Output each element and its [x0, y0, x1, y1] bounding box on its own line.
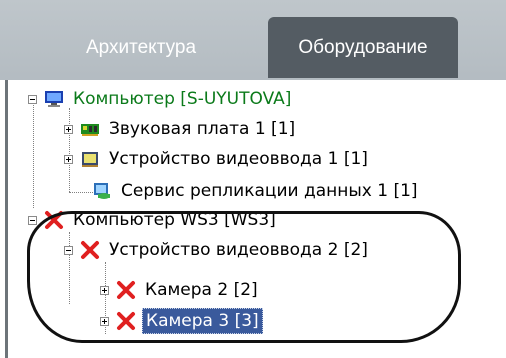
video-input-icon — [82, 152, 98, 167]
tab-architecture[interactable]: Архитектура — [36, 17, 246, 78]
collapse-toggle[interactable] — [64, 246, 73, 255]
tree-node-label: Устройство видеоввода 2 [2] — [109, 240, 368, 260]
red-x-icon — [45, 211, 63, 229]
tree-node-camera-3[interactable]: Камера 3 [3] — [100, 308, 263, 334]
panel-border — [5, 80, 8, 358]
tree-node-video-input-2[interactable]: Устройство видеоввода 2 [2] — [64, 237, 371, 263]
tree-panel: Компьютер [S-UYUTOVA] Звуковая плата 1 [… — [0, 80, 506, 358]
red-x-icon — [117, 281, 135, 299]
expand-toggle[interactable] — [64, 155, 73, 164]
tree-node-camera-2[interactable]: Камера 2 [2] — [100, 277, 261, 303]
tree-line — [69, 192, 93, 193]
expand-toggle[interactable] — [64, 125, 73, 134]
tree-line — [33, 102, 34, 208]
tree-node-video-input-1[interactable]: Устройство видеоввода 1 [1] — [64, 146, 371, 172]
red-x-icon — [117, 312, 135, 330]
tree-node-replication-service[interactable]: Сервис репликации данных 1 [1] — [92, 178, 421, 204]
tree-node-label: Камера 2 [2] — [145, 280, 258, 300]
sound-card-icon — [81, 124, 99, 136]
tree-node-label: Устройство видеоввода 1 [1] — [109, 149, 368, 169]
collapse-toggle[interactable] — [28, 216, 37, 225]
tab-bar: Архитектура Оборудование — [0, 0, 506, 84]
tree-node-label: Компьютер [S-UYUTOVA] — [73, 89, 292, 109]
computer-icon — [45, 91, 63, 107]
expand-toggle[interactable] — [100, 317, 109, 326]
collapse-toggle[interactable] — [28, 95, 37, 104]
tab-equipment[interactable]: Оборудование — [268, 17, 458, 78]
red-x-icon — [81, 241, 99, 259]
tree-node-label-selected: Камера 3 [3] — [142, 308, 263, 334]
tree-node-label: Компьютер WS3 [WS3] — [73, 210, 276, 230]
tree-node-label: Сервис репликации данных 1 [1] — [121, 181, 418, 201]
expand-toggle[interactable] — [100, 286, 109, 295]
tree-node-computer-s-uyutova[interactable]: Компьютер [S-UYUTOVA] — [28, 86, 294, 112]
replication-service-icon — [94, 183, 110, 199]
tree-node-computer-ws3[interactable]: Компьютер WS3 [WS3] — [28, 207, 279, 233]
tree-node-sound-card[interactable]: Звуковая плата 1 [1] — [64, 116, 298, 142]
tree-node-label: Звуковая плата 1 [1] — [109, 119, 296, 139]
